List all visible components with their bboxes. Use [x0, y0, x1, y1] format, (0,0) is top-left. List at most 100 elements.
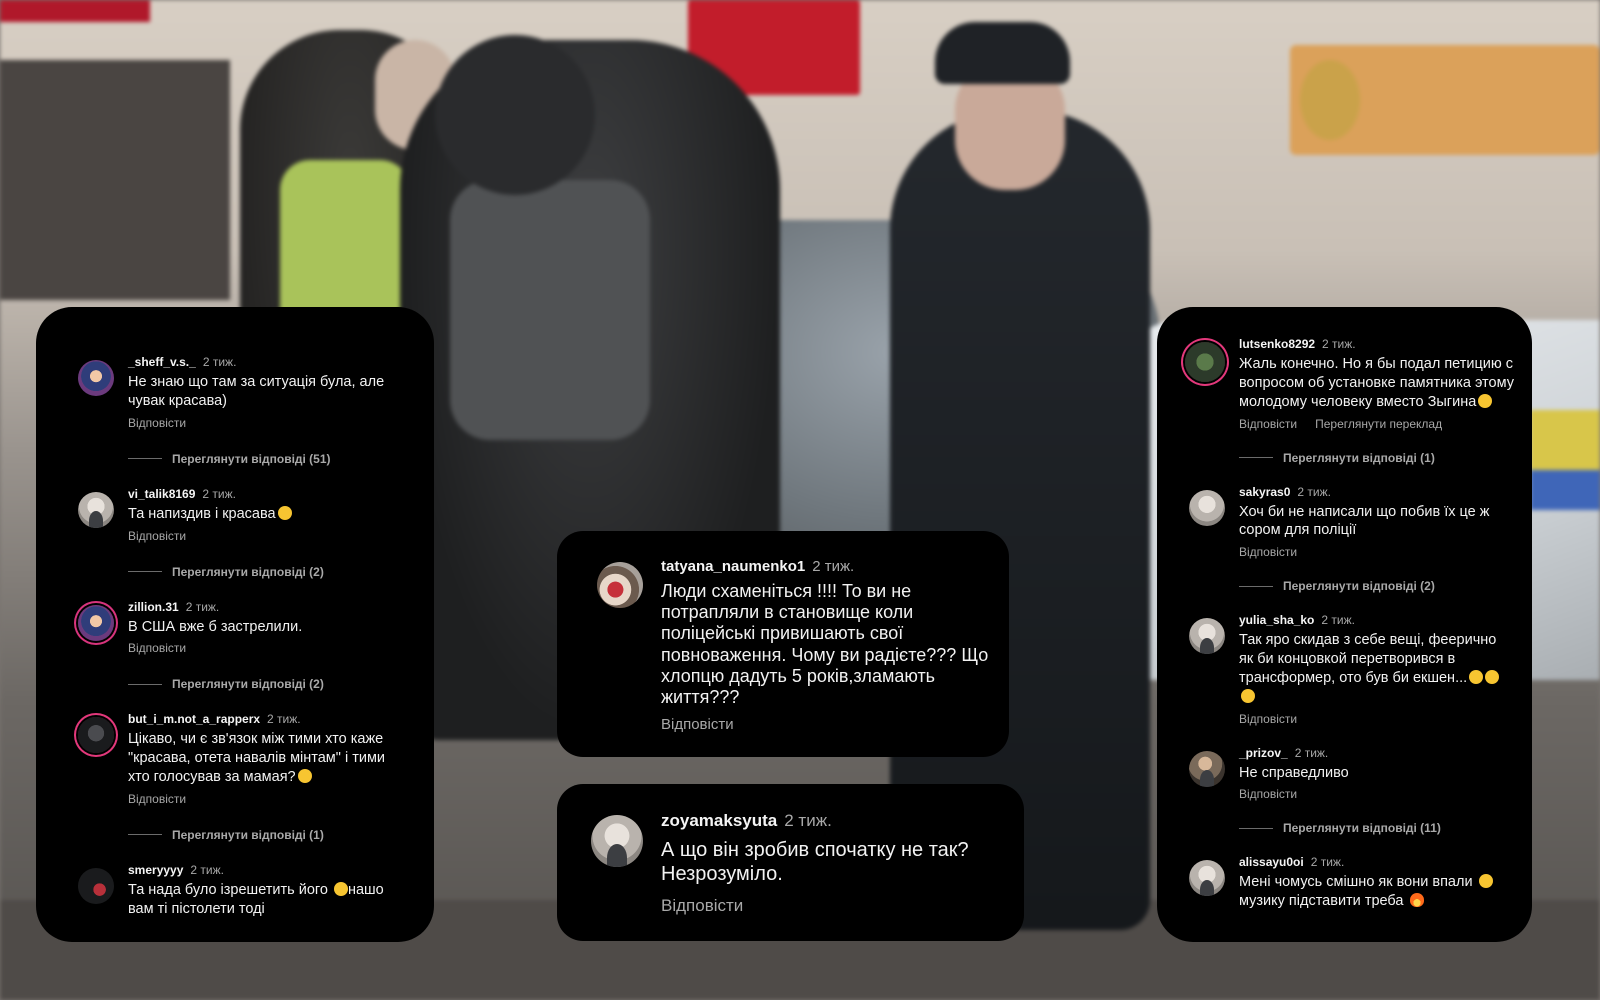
comment: yulia_sha_ko 2 тиж. Так яро скидав з себе… [1185, 613, 1532, 726]
reply-button[interactable]: Відповісти [661, 716, 734, 733]
comment-text: Не знаю що там за ситуація була, але чув… [128, 374, 385, 409]
username[interactable]: _prizov_ [1239, 746, 1288, 760]
comment: zoyamaksyuta 2 тиж. А що він зробив споча… [591, 811, 1024, 916]
username[interactable]: sakyras0 [1239, 485, 1290, 499]
comments-panel-right: lutsenko8292 2 тиж. Жаль конечно. Но я бы… [1157, 307, 1532, 942]
view-replies-label: Переглянути відповіді (2) [1283, 579, 1435, 594]
rolling-laughing-emoji-icon [1241, 688, 1255, 703]
avatar[interactable] [597, 562, 643, 608]
comment-text: Хоч би не написали що побив їх це ж соро… [1239, 503, 1490, 539]
laughing-emoji-icon [277, 505, 292, 520]
avatar[interactable] [1185, 342, 1225, 382]
comment-text: В США вже б застрелили. [128, 618, 303, 635]
reply-button[interactable]: Відповісти [128, 529, 186, 543]
timestamp: 2 тиж. [1322, 337, 1356, 351]
reply-button[interactable]: Відповісти [1239, 417, 1297, 431]
reply-button[interactable]: Відповісти [128, 792, 186, 806]
view-replies-button[interactable]: Переглянути відповіді (11) [1239, 821, 1532, 835]
view-replies-button[interactable]: Переглянути відповіді (1) [128, 828, 434, 842]
divider-line [128, 571, 162, 573]
username[interactable]: _sheff_v.s._ [128, 355, 196, 369]
avatar[interactable] [591, 815, 643, 867]
fire-emoji-icon [1409, 893, 1424, 908]
reply-button[interactable]: Відповісти [661, 896, 743, 916]
avatar[interactable] [78, 491, 114, 528]
comment-text: А що він зробив спочатку не так? Незрозу… [661, 839, 969, 885]
avatar[interactable] [78, 717, 114, 754]
avatar[interactable] [78, 604, 114, 641]
username[interactable]: zoyamaksyuta [661, 811, 777, 831]
username[interactable]: alissayu0oi [1239, 855, 1304, 869]
comment: tatyana_naumenko1 2 тиж. Люди схаменіться… [597, 558, 1009, 733]
view-replies-label: Переглянути відповіді (1) [1283, 450, 1435, 465]
timestamp: 2 тиж. [190, 862, 224, 877]
timestamp: 2 тиж. [784, 811, 832, 830]
username[interactable]: but_i_m.not_a_rapperx [128, 712, 260, 726]
comment-card-middle-top: tatyana_naumenko1 2 тиж. Люди схаменіться… [557, 531, 1009, 757]
avatar[interactable] [78, 360, 114, 396]
view-replies-label: Переглянути відповіді (51) [172, 451, 331, 466]
comment: zillion.31 2 тиж. В США вже б застрелили.… [78, 599, 434, 655]
username[interactable]: zillion.31 [128, 600, 179, 614]
view-replies-label: Переглянути відповіді (1) [172, 827, 324, 842]
view-translation-button[interactable]: Переглянути переклад [1315, 417, 1442, 431]
username[interactable]: vi_talik8169 [128, 487, 195, 501]
view-replies-label: Переглянути відповіді (11) [1283, 821, 1441, 836]
rolling-laughing-emoji-icon [1469, 669, 1484, 684]
comment-text: Люди схаменіться !!!! То ви не потраплял… [661, 581, 989, 708]
avatar[interactable] [1189, 618, 1225, 655]
view-replies-button[interactable]: Переглянути відповіді (1) [1239, 451, 1532, 465]
divider-line [128, 834, 162, 836]
divider-line [1239, 827, 1273, 829]
comment-card-middle-bottom: zoyamaksyuta 2 тиж. А що він зробив споча… [557, 784, 1024, 941]
reply-button[interactable]: Відповісти [1239, 787, 1297, 801]
comment-text: Та нада було ізрешетить його нашо вам ті… [128, 881, 384, 917]
comment-text: Мені чомусь смішно як вони впали музику … [1239, 873, 1514, 911]
laughing-emoji-icon [333, 881, 348, 896]
avatar[interactable] [1189, 860, 1225, 897]
comment-text: Та напиздив і красава [128, 505, 292, 524]
view-replies-button[interactable]: Переглянути відповіді (2) [128, 677, 434, 691]
divider-line [128, 458, 162, 460]
timestamp: 2 тиж. [1294, 745, 1329, 760]
username[interactable]: lutsenko8292 [1239, 337, 1315, 351]
view-replies-button[interactable]: Переглянути відповіді (2) [1239, 579, 1532, 593]
comment: alissayu0oi 2 тиж. Мені чомусь смішно як … [1185, 855, 1532, 911]
reply-button[interactable]: Відповісти [1239, 545, 1297, 559]
comment: sakyras0 2 тиж. Хоч би не написали що поб… [1185, 484, 1532, 559]
avatar[interactable] [78, 867, 114, 904]
comment-text: Жаль конечно. Но я бы подал петицию с во… [1239, 356, 1514, 410]
timestamp: 2 тиж. [1297, 484, 1331, 499]
laughing-emoji-icon [1478, 393, 1493, 408]
timestamp: 2 тиж. [812, 558, 855, 575]
view-replies-label: Переглянути відповіді (2) [172, 564, 324, 579]
username[interactable]: smeryyyy [128, 863, 183, 877]
comment-text: Так яро скидав з себе вещі, феерично як … [1239, 631, 1514, 706]
reply-button[interactable]: Відповісти [128, 416, 186, 430]
comment: _sheff_v.s._ 2 тиж. Не знаю що там за сит… [78, 355, 434, 430]
avatar[interactable] [1189, 489, 1225, 526]
view-replies-button[interactable]: Переглянути відповіді (51) [128, 452, 434, 466]
comments-panel-left: _sheff_v.s._ 2 тиж. Не знаю що там за сит… [36, 307, 434, 942]
rolling-laughing-emoji-icon [1485, 669, 1500, 684]
timestamp: 2 тиж. [1321, 613, 1355, 628]
timestamp: 2 тиж. [185, 599, 220, 614]
divider-line [1239, 585, 1273, 587]
username[interactable]: tatyana_naumenko1 [661, 558, 805, 575]
divider-line [1239, 457, 1273, 459]
view-replies-label: Переглянути відповіді (2) [172, 677, 324, 692]
timestamp: 2 тиж. [267, 712, 301, 727]
reply-button[interactable]: Відповісти [1239, 712, 1297, 726]
comment: lutsenko8292 2 тиж. Жаль конечно. Но я бы… [1185, 337, 1532, 431]
avatar[interactable] [1189, 750, 1225, 787]
timestamp: 2 тиж. [202, 486, 236, 501]
comment: smeryyyy 2 тиж. Та нада було ізрешетить й… [78, 863, 434, 919]
comment: but_i_m.not_a_rapperx 2 тиж. Цікаво, чи є… [78, 712, 434, 806]
view-replies-button[interactable]: Переглянути відповіді (2) [128, 565, 434, 579]
username[interactable]: yulia_sha_ko [1239, 613, 1314, 627]
timestamp: 2 тиж. [202, 355, 237, 369]
reply-button[interactable]: Відповісти [128, 641, 186, 655]
timestamp: 2 тиж. [1310, 855, 1345, 870]
comment: vi_talik8169 2 тиж. Та напиздив і красава… [78, 487, 434, 543]
divider-line [128, 683, 162, 685]
